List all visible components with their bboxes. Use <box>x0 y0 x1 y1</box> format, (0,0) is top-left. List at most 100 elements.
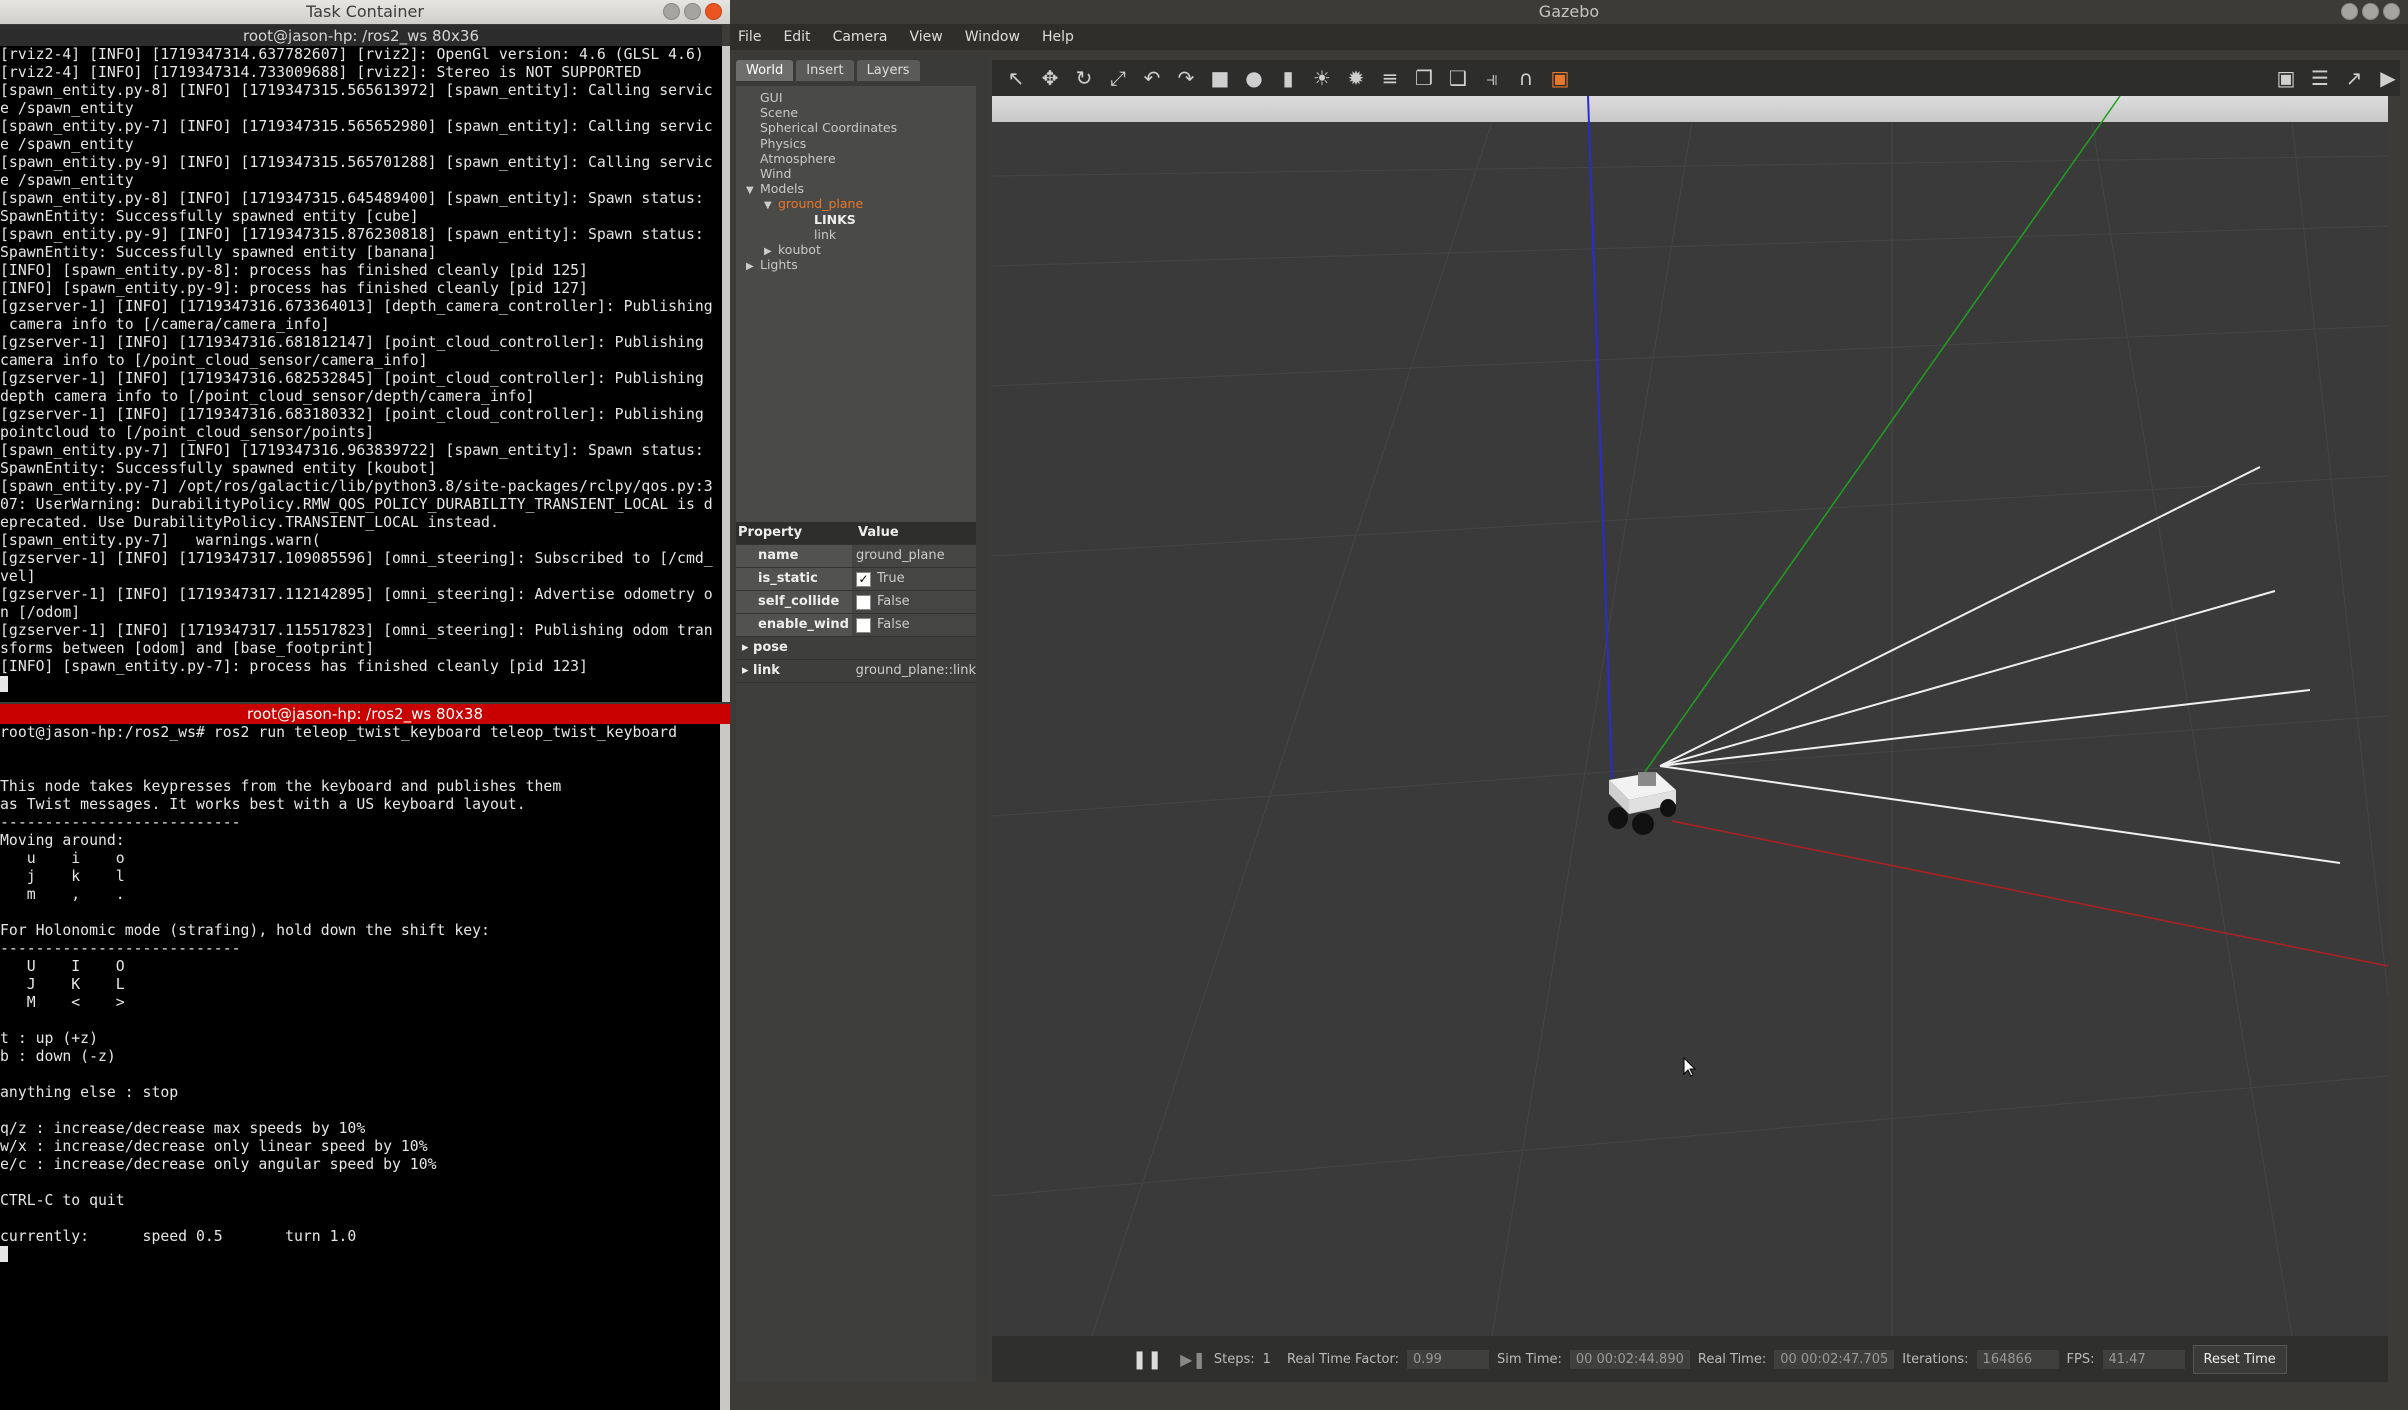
checkbox-enable_wind[interactable] <box>856 617 871 633</box>
steps-value[interactable]: 1 <box>1263 1352 1271 1367</box>
top-terminal-scrollbar[interactable] <box>722 46 730 702</box>
copy-icon[interactable]: ❐ <box>1412 66 1436 90</box>
property-row-enable_wind[interactable]: enable_wind False <box>736 614 976 637</box>
maximize-button[interactable] <box>684 3 701 20</box>
caret-down-icon[interactable]: ▼ <box>746 183 760 198</box>
tab-layers[interactable]: Layers <box>856 60 920 81</box>
tree-item[interactable]: Wind <box>736 166 976 181</box>
property-row-link[interactable]: ▸ link ground_plane::link <box>736 660 976 683</box>
terminal-line: camera info to [/point_cloud_sensor/came… <box>0 352 428 369</box>
horizon-sky <box>992 96 2388 122</box>
pause-button[interactable]: ❚❚ <box>1132 1349 1162 1370</box>
gazebo-maximize-button[interactable] <box>2362 3 2379 20</box>
rotate-mode-icon[interactable]: ↻ <box>1072 66 1096 90</box>
bottom-terminal-titlebar: root@jason-hp: /ros2_ws 80x38 <box>0 704 730 724</box>
snap-icon[interactable]: ∩ <box>1514 66 1538 90</box>
checkbox-self_collide[interactable] <box>856 594 871 610</box>
tab-world[interactable]: World <box>736 60 794 81</box>
tree-item[interactable]: LINKS <box>736 212 976 227</box>
align-icon[interactable]: ⫣ <box>1480 66 1504 90</box>
checkbox-is_static[interactable]: ✓ <box>856 571 871 587</box>
top-terminal[interactable]: [rviz2-4] [INFO] [1719347314.637782607] … <box>0 46 722 702</box>
property-row-name[interactable]: name ground_plane <box>736 545 976 568</box>
terminal-line: [INFO] [spawn_entity.py-8]: process has … <box>0 262 588 279</box>
tree-item[interactable]: Spherical Coordinates <box>736 120 976 135</box>
3d-viewport[interactable] <box>992 96 2388 1336</box>
property-value[interactable]: False <box>852 591 976 613</box>
panel-splitter[interactable] <box>982 52 990 1382</box>
tree-item-label: koubot <box>778 241 821 257</box>
box-shape-icon[interactable]: ■ <box>1208 66 1232 90</box>
tree-item[interactable]: ▶ koubot <box>736 242 976 257</box>
undo-icon[interactable]: ↶ <box>1140 66 1164 90</box>
plot-icon[interactable]: ↗ <box>2342 66 2366 90</box>
log-icon[interactable]: ☰ <box>2308 66 2332 90</box>
property-value[interactable]: False <box>852 614 976 636</box>
spot-light-icon[interactable]: ✹ <box>1344 66 1368 90</box>
tree-item[interactable]: GUI <box>736 90 976 105</box>
terminal-line: --------------------------- <box>0 940 241 957</box>
tree-item[interactable]: ▼ Models <box>736 181 976 196</box>
caret-right-icon[interactable]: ▶ <box>746 259 760 274</box>
terminal-cursor <box>0 676 8 692</box>
property-row-is_static[interactable]: is_static ✓ True <box>736 568 976 591</box>
change-view-icon[interactable]: ▣ <box>1548 66 1572 90</box>
terminal-line: n [/odom] <box>0 604 81 621</box>
select-mode-icon[interactable]: ↖ <box>1004 66 1028 90</box>
cylinder-shape-icon[interactable]: ▮ <box>1276 66 1300 90</box>
bottom-terminal-scrollbar[interactable] <box>720 724 730 1410</box>
tree-item[interactable]: Physics <box>736 136 976 151</box>
menu-camera[interactable]: Camera <box>833 29 888 45</box>
point-light-icon[interactable]: ☀ <box>1310 66 1334 90</box>
property-value[interactable] <box>852 637 976 659</box>
terminal-line: [gzserver-1] [INFO] [1719347317.10908559… <box>0 550 713 567</box>
terminal-line: SpawnEntity: Successfully spawned entity… <box>0 208 419 225</box>
terminal-line: [INFO] [spawn_entity.py-7]: process has … <box>0 658 588 675</box>
property-value[interactable]: ✓ True <box>852 568 976 590</box>
tree-item[interactable]: link <box>736 227 976 242</box>
fps-label: FPS: <box>2066 1351 2095 1367</box>
sim-time-value: 00 00:02:44.890 <box>1569 1349 1690 1369</box>
translate-mode-icon[interactable]: ✥ <box>1038 66 1062 90</box>
step-button[interactable]: ▶❚ <box>1180 1350 1206 1369</box>
terminal-line: camera info to [/camera/camera_info] <box>0 316 330 333</box>
gazebo-close-button[interactable] <box>2383 3 2400 20</box>
tab-insert[interactable]: Insert <box>796 60 854 81</box>
terminal-line: [gzserver-1] [INFO] [1719347316.68253284… <box>0 370 704 387</box>
menu-view[interactable]: View <box>910 29 943 45</box>
close-button[interactable] <box>705 3 722 20</box>
minimize-button[interactable] <box>663 3 680 20</box>
property-row-self_collide[interactable]: self_collide False <box>736 591 976 614</box>
property-name: self_collide <box>736 591 852 613</box>
tree-item[interactable]: ▼ ground_plane <box>736 196 976 211</box>
reset-time-button[interactable]: Reset Time <box>2192 1344 2287 1374</box>
property-value[interactable]: ground_plane <box>852 545 976 567</box>
terminal-line: J K L <box>0 976 125 993</box>
terminal-cursor <box>0 1246 8 1262</box>
tree-item-label: Lights <box>760 257 798 273</box>
menu-edit[interactable]: Edit <box>783 29 810 45</box>
real-time-value: 00 00:02:47.705 <box>1774 1349 1895 1369</box>
screenshot-icon[interactable]: ▣ <box>2274 66 2298 90</box>
property-value[interactable]: ground_plane::link <box>851 660 976 682</box>
tree-item[interactable]: Scene <box>736 105 976 120</box>
scale-mode-icon[interactable]: ⤢ <box>1106 66 1130 90</box>
terminal-line: u i o <box>0 850 125 867</box>
bottom-terminal[interactable]: root@jason-hp:/ros2_ws# ros2 run teleop_… <box>0 724 720 1410</box>
gazebo-minimize-button[interactable] <box>2341 3 2358 20</box>
paste-icon[interactable]: ❑ <box>1446 66 1470 90</box>
directional-light-icon[interactable]: ≡ <box>1378 66 1402 90</box>
record-video-icon[interactable]: ▶ <box>2376 66 2400 90</box>
menu-file[interactable]: File <box>738 29 761 45</box>
tree-item[interactable]: ▶ Lights <box>736 257 976 272</box>
terminal-line: eprecated. Use DurabilityPolicy.TRANSIEN… <box>0 514 499 531</box>
caret-down-icon[interactable]: ▼ <box>764 198 778 213</box>
menu-help[interactable]: Help <box>1042 29 1074 45</box>
menu-window[interactable]: Window <box>965 29 1020 45</box>
property-row-pose[interactable]: ▸ pose <box>736 637 976 660</box>
tree-item[interactable]: Atmosphere <box>736 151 976 166</box>
redo-icon[interactable]: ↷ <box>1174 66 1198 90</box>
sphere-shape-icon[interactable]: ● <box>1242 66 1266 90</box>
